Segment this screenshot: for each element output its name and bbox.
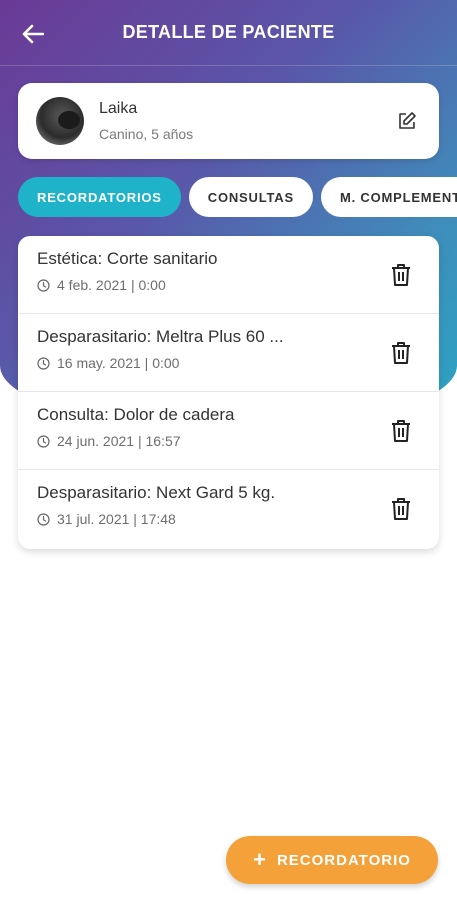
list-item[interactable]: Desparasitario: Next Gard 5 kg. 31 jul. …	[18, 470, 439, 548]
trash-icon	[392, 420, 410, 442]
clock-icon	[37, 512, 50, 526]
clock-icon	[37, 434, 50, 448]
reminder-title: Consulta: Dolor de cadera	[37, 405, 235, 424]
clock-icon	[37, 278, 50, 292]
delete-button[interactable]	[389, 339, 413, 367]
delete-button[interactable]	[389, 417, 413, 445]
reminder-datetime: 4 feb. 2021 | 0:00	[57, 277, 166, 293]
edit-patient-button[interactable]	[393, 107, 421, 135]
reminder-datetime: 16 may. 2021 | 0:00	[57, 355, 180, 371]
reminder-datetime: 31 jul. 2021 | 17:48	[57, 511, 176, 527]
reminder-meta: 4 feb. 2021 | 0:00	[37, 277, 421, 293]
tab-m-complementarios[interactable]: M. COMPLEMENTARIOS	[320, 177, 457, 217]
reminder-title: Estética: Corte sanitario	[37, 249, 218, 268]
list-item[interactable]: Desparasitario: Meltra Plus 60 ... 16 ma…	[18, 314, 439, 392]
reminder-meta: 24 jun. 2021 | 16:57	[37, 433, 421, 449]
trash-icon	[392, 342, 410, 364]
reminder-meta: 31 jul. 2021 | 17:48	[37, 511, 421, 527]
patient-info: Laika Canino, 5 años	[99, 100, 393, 142]
reminders-list: Estética: Corte sanitario 4 feb. 2021 | …	[18, 236, 439, 549]
tab-bar: RECORDATORIOS CONSULTAS M. COMPLEMENTARI…	[18, 177, 457, 217]
patient-card: Laika Canino, 5 años	[18, 83, 439, 159]
patient-name: Laika	[99, 100, 138, 117]
edit-icon	[399, 112, 416, 129]
tab-consultas[interactable]: CONSULTAS	[188, 177, 313, 217]
trash-icon	[392, 498, 410, 520]
plus-icon: +	[253, 847, 267, 872]
patient-description: Canino, 5 años	[99, 126, 194, 142]
arrow-left-icon	[22, 24, 44, 44]
clock-icon	[37, 356, 50, 370]
list-item[interactable]: Estética: Corte sanitario 4 feb. 2021 | …	[18, 236, 439, 314]
list-item[interactable]: Consulta: Dolor de cadera 24 jun. 2021 |…	[18, 392, 439, 470]
delete-button[interactable]	[389, 261, 413, 289]
page-title: DETALLE DE PACIENTE	[122, 22, 335, 42]
reminder-title: Desparasitario: Next Gard 5 kg.	[37, 483, 276, 502]
reminder-title: Desparasitario: Meltra Plus 60 ...	[37, 327, 284, 346]
reminder-meta: 16 may. 2021 | 0:00	[37, 355, 421, 371]
add-reminder-button[interactable]: + RECORDATORIO	[226, 836, 438, 884]
app-header: DETALLE DE PACIENTE	[0, 0, 457, 66]
back-button[interactable]	[16, 17, 50, 51]
delete-button[interactable]	[389, 495, 413, 523]
reminder-datetime: 24 jun. 2021 | 16:57	[57, 433, 181, 449]
trash-icon	[392, 264, 410, 286]
add-reminder-label: RECORDATORIO	[276, 851, 411, 869]
tab-recordatorios[interactable]: RECORDATORIOS	[18, 177, 181, 217]
avatar	[36, 97, 84, 145]
